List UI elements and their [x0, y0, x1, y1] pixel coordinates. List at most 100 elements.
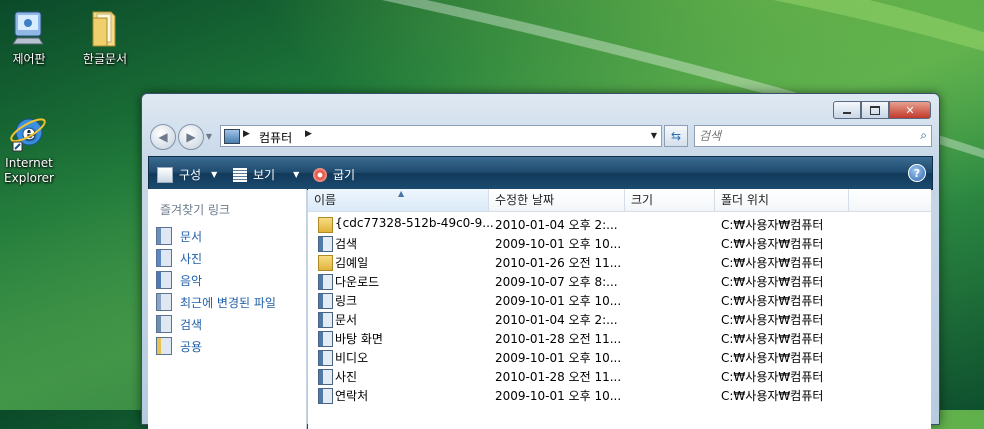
column-header-location[interactable]: 폴더 위치	[715, 189, 849, 211]
file-date: 2010-01-04 오후 2:...	[495, 218, 618, 232]
file-name: 검색	[335, 237, 358, 251]
file-name: 링크	[335, 294, 358, 308]
desktop-icon-label: 한글문서	[82, 52, 128, 66]
file-row[interactable]: 검색 2009-10-01 오후 10... C:₩사용자₩컴퓨터	[308, 234, 931, 253]
help-button[interactable]: ?	[908, 164, 926, 182]
links-icon	[318, 293, 333, 309]
folder-icon	[318, 255, 333, 271]
recent-icon	[156, 293, 172, 311]
file-location: C:₩사용자₩컴퓨터	[721, 275, 824, 289]
column-header-row: ▲ 이름 수정한 날짜 크기 폴더 위치	[308, 189, 931, 212]
breadcrumb-separator-icon[interactable]: ▶	[243, 129, 250, 139]
file-location: C:₩사용자₩컴퓨터	[721, 313, 824, 327]
file-list: ▲ 이름 수정한 날짜 크기 폴더 위치 {cdc77328-512b-49c0…	[308, 189, 931, 429]
breadcrumb-separator-icon[interactable]: ▶	[305, 129, 312, 139]
file-name: 바탕 화면	[335, 332, 383, 346]
minimize-button[interactable]	[833, 101, 861, 119]
burn-button[interactable]: 굽기	[313, 166, 355, 183]
file-location: C:₩사용자₩컴퓨터	[721, 370, 824, 384]
column-header-date[interactable]: 수정한 날짜	[489, 189, 625, 211]
search-box: ⌕	[694, 125, 932, 147]
file-row[interactable]: 김예일 2010-01-26 오전 11... C:₩사용자₩컴퓨터	[308, 253, 931, 272]
nav-item-label: 문서	[180, 229, 203, 244]
file-date: 2009-10-01 오후 10...	[495, 351, 622, 365]
search-icon[interactable]: ⌕	[920, 128, 927, 143]
nav-item[interactable]: 사진	[156, 249, 202, 267]
file-location: C:₩사용자₩컴퓨터	[721, 218, 824, 232]
folder-icon	[318, 217, 333, 233]
organize-button[interactable]: 구성 ▼	[157, 166, 217, 183]
nav-item-label: 음악	[180, 273, 203, 288]
file-row[interactable]: 연락처 2009-10-01 오후 10... C:₩사용자₩컴퓨터	[308, 386, 931, 405]
file-row[interactable]: 비디오 2009-10-01 오후 10... C:₩사용자₩컴퓨터	[308, 348, 931, 367]
file-location: C:₩사용자₩컴퓨터	[721, 256, 824, 270]
desktop-icon-label: 제어판	[12, 52, 46, 66]
contacts-icon	[318, 388, 333, 404]
file-name: 문서	[335, 313, 358, 327]
breadcrumb-computer[interactable]: 컴퓨터	[259, 129, 292, 146]
forward-arrow-icon: ▶	[186, 130, 196, 144]
desktop-folder-icon	[318, 331, 333, 347]
nav-item-label: 최근에 변경된 파일	[180, 295, 276, 310]
forward-button[interactable]: ▶	[178, 124, 204, 150]
organize-icon	[157, 166, 173, 183]
column-header-size[interactable]: 크기	[625, 189, 715, 211]
views-icon	[233, 167, 247, 182]
file-date: 2010-01-26 오전 11...	[495, 256, 622, 270]
file-row[interactable]: 문서 2010-01-04 오후 2:... C:₩사용자₩컴퓨터	[308, 310, 931, 329]
searches-icon	[156, 315, 172, 333]
burn-disc-icon	[313, 167, 327, 182]
file-row[interactable]: 사진 2010-01-28 오전 11... C:₩사용자₩컴퓨터	[308, 367, 931, 386]
file-date: 2010-01-28 오전 11...	[495, 370, 622, 384]
nav-item-label: 공용	[180, 339, 203, 354]
close-button[interactable]: ✕	[889, 101, 931, 119]
file-location: C:₩사용자₩컴퓨터	[721, 237, 824, 251]
chevron-down-icon: ▼	[293, 170, 300, 179]
chevron-down-icon: ▼	[211, 170, 218, 179]
file-name: {cdc77328-512b-49c0-9...	[335, 216, 494, 230]
desktop-icon-control-panel[interactable]: 제어판	[0, 8, 64, 67]
file-name: 김예일	[335, 256, 369, 270]
pictures-icon	[156, 249, 172, 267]
desktop-icon-hangul-docs[interactable]: 한글문서	[70, 8, 140, 67]
nav-item[interactable]: 문서	[156, 227, 202, 245]
file-row[interactable]: 바탕 화면 2010-01-28 오전 11... C:₩사용자₩컴퓨터	[308, 329, 931, 348]
file-date: 2010-01-04 오후 2:...	[495, 313, 618, 327]
address-dropdown-icon[interactable]: ▼	[651, 131, 657, 140]
folder-icon	[85, 8, 125, 48]
nav-item[interactable]: 검색	[156, 315, 202, 333]
desktop-icon-label: Internet Explorer	[4, 156, 54, 185]
nav-item[interactable]: 음악	[156, 271, 202, 289]
explorer-window: ✕ ◀ ▶ ▼ ▶ 컴퓨터 ▶ ▼ ⇆ ⌕ 구성 ▼ 보기 ▼	[141, 93, 940, 429]
back-button[interactable]: ◀	[150, 124, 176, 150]
command-toolbar: 구성 ▼ 보기 ▼ 굽기 ?	[148, 156, 933, 190]
recent-pages-dropdown[interactable]: ▼	[204, 124, 214, 148]
favorite-links-title: 즐겨찾기 링크	[160, 203, 231, 217]
documents-icon	[156, 227, 172, 245]
nav-item[interactable]: 최근에 변경된 파일	[156, 293, 276, 311]
file-row[interactable]: 링크 2009-10-01 오후 10... C:₩사용자₩컴퓨터	[308, 291, 931, 310]
pictures-icon	[318, 369, 333, 385]
navigation-pane: 즐겨찾기 링크 문서사진음악최근에 변경된 파일검색공용	[148, 189, 307, 429]
close-icon: ✕	[905, 103, 915, 117]
column-header-name[interactable]: ▲ 이름	[308, 189, 489, 211]
sort-ascending-icon: ▲	[398, 189, 405, 198]
nav-item[interactable]: 공용	[156, 337, 202, 355]
views-label: 보기	[253, 168, 276, 182]
search-input[interactable]	[695, 126, 901, 146]
refresh-icon: ⇆	[670, 129, 682, 143]
file-row[interactable]: {cdc77328-512b-49c0-9... 2010-01-04 오후 2:…	[308, 215, 931, 234]
desktop-icon-internet-explorer[interactable]: e Internet Explorer	[0, 112, 64, 186]
videos-icon	[318, 350, 333, 366]
refresh-button[interactable]: ⇆	[664, 125, 688, 147]
file-location: C:₩사용자₩컴퓨터	[721, 389, 824, 403]
maximize-button[interactable]	[861, 101, 889, 119]
downloads-icon	[318, 274, 333, 290]
file-row[interactable]: 다운로드 2009-10-07 오후 8:... C:₩사용자₩컴퓨터	[308, 272, 931, 291]
control-panel-icon	[9, 8, 49, 48]
address-bar[interactable]: ▶ 컴퓨터 ▶ ▼	[220, 125, 662, 147]
music-icon	[156, 271, 172, 289]
maximize-icon	[870, 105, 880, 115]
views-button[interactable]: 보기 ▼	[233, 166, 299, 183]
file-name: 다운로드	[335, 275, 380, 289]
